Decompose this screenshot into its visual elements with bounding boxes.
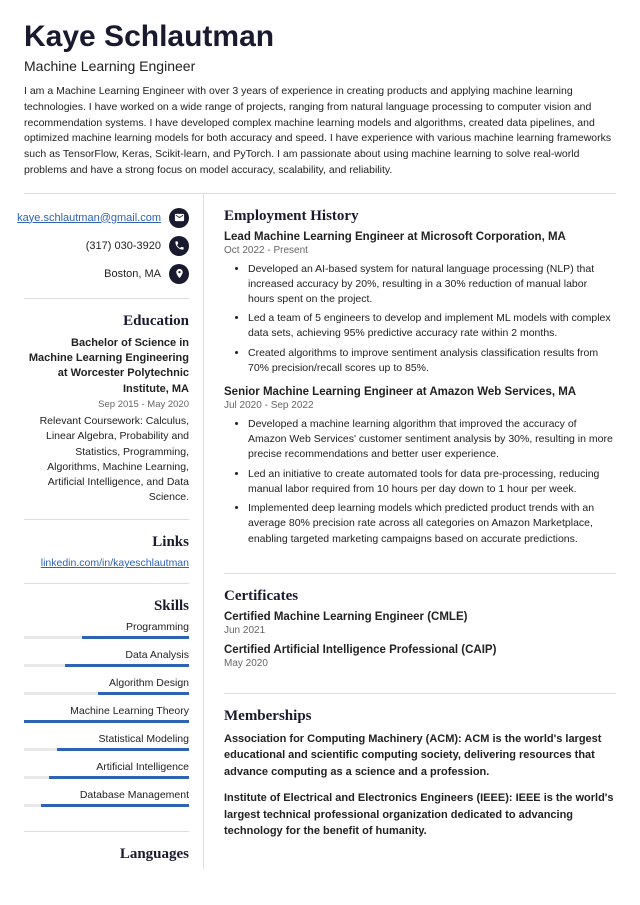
job-date: Jul 2020 - Sep 2022	[224, 400, 616, 411]
job-role: Machine Learning Engineer	[24, 58, 616, 74]
person-name: Kaye Schlautman	[24, 20, 616, 54]
skill-item: Machine Learning Theory	[24, 705, 189, 723]
education-heading: Education	[24, 313, 189, 330]
membership-entry: Institute of Electrical and Electronics …	[224, 790, 616, 840]
location-text: Boston, MA	[104, 268, 161, 280]
skill-bar	[24, 804, 189, 807]
job-title: Lead Machine Learning Engineer at Micros…	[224, 231, 616, 243]
email-icon	[169, 208, 189, 228]
contact-location-row: Boston, MA	[24, 264, 189, 284]
skill-bar	[24, 776, 189, 779]
education-date: Sep 2015 - May 2020	[24, 399, 189, 410]
skill-label: Database Management	[24, 789, 189, 801]
skill-item: Database Management	[24, 789, 189, 807]
skill-bar	[24, 636, 189, 639]
cert-entry: Certified Machine Learning Engineer (CML…	[224, 611, 616, 636]
skill-bar	[24, 692, 189, 695]
main-content: Employment History Lead Machine Learning…	[204, 194, 616, 870]
membership-entry: Association for Computing Machinery (ACM…	[224, 731, 616, 781]
sidebar: kaye.schlautman@gmail.com (317) 030-3920…	[24, 194, 204, 870]
employment-section: Employment History Lead Machine Learning…	[224, 194, 616, 574]
skill-label: Algorithm Design	[24, 677, 189, 689]
phone-icon	[169, 236, 189, 256]
education-degree: Bachelor of Science in Machine Learning …	[24, 336, 189, 398]
cert-entry: Certified Artificial Intelligence Profes…	[224, 644, 616, 669]
cert-date: Jun 2021	[224, 625, 616, 636]
skill-item: Algorithm Design	[24, 677, 189, 695]
linkedin-link[interactable]: linkedin.com/in/kayeschlautman	[41, 557, 189, 569]
job-bullet: Led an initiative to create automated to…	[248, 467, 616, 497]
skill-item: Programming	[24, 621, 189, 639]
skill-item: Data Analysis	[24, 649, 189, 667]
job-date: Oct 2022 - Present	[224, 245, 616, 256]
certificates-heading: Certificates	[224, 588, 616, 605]
links-heading: Links	[24, 534, 189, 551]
location-icon	[169, 264, 189, 284]
skill-label: Artificial Intelligence	[24, 761, 189, 773]
contact-block: kaye.schlautman@gmail.com (317) 030-3920…	[24, 194, 189, 299]
memberships-heading: Memberships	[224, 708, 616, 725]
education-section: Education Bachelor of Science in Machine…	[24, 299, 189, 521]
cert-date: May 2020	[224, 658, 616, 669]
contact-phone-row: (317) 030-3920	[24, 236, 189, 256]
skill-bar	[24, 664, 189, 667]
skill-item: Artificial Intelligence	[24, 761, 189, 779]
skill-item: Statistical Modeling	[24, 733, 189, 751]
employment-heading: Employment History	[224, 208, 616, 225]
skill-bar	[24, 748, 189, 751]
job-bullet: Developed a machine learning algorithm t…	[248, 417, 616, 463]
job-bullet: Implemented deep learning models which p…	[248, 501, 616, 547]
languages-heading: Languages	[24, 846, 189, 863]
languages-section: Languages	[24, 832, 189, 863]
job-title: Senior Machine Learning Engineer at Amaz…	[224, 386, 616, 398]
job-entry: Senior Machine Learning Engineer at Amaz…	[224, 386, 616, 547]
skill-label: Machine Learning Theory	[24, 705, 189, 717]
skill-label: Statistical Modeling	[24, 733, 189, 745]
education-desc: Relevant Coursework: Calculus, Linear Al…	[24, 414, 189, 505]
job-bullet: Created algorithms to improve sentiment …	[248, 346, 616, 376]
job-bullet: Led a team of 5 engineers to develop and…	[248, 311, 616, 341]
cert-title: Certified Machine Learning Engineer (CML…	[224, 611, 616, 623]
email-link[interactable]: kaye.schlautman@gmail.com	[17, 212, 161, 224]
job-entry: Lead Machine Learning Engineer at Micros…	[224, 231, 616, 377]
summary-text: I am a Machine Learning Engineer with ov…	[24, 84, 616, 194]
cert-title: Certified Artificial Intelligence Profes…	[224, 644, 616, 656]
skill-bar	[24, 720, 189, 723]
phone-text: (317) 030-3920	[86, 240, 161, 252]
skills-section: Skills Programming Data Analysis Algorithm…	[24, 584, 189, 832]
skill-label: Data Analysis	[24, 649, 189, 661]
certificates-section: Certificates Certified Machine Learning …	[224, 574, 616, 694]
skills-heading: Skills	[24, 598, 189, 615]
skill-label: Programming	[24, 621, 189, 633]
contact-email-row: kaye.schlautman@gmail.com	[24, 208, 189, 228]
job-bullet: Developed an AI-based system for natural…	[248, 262, 616, 308]
links-section: Links linkedin.com/in/kayeschlautman	[24, 520, 189, 584]
memberships-section: Memberships Association for Computing Ma…	[224, 694, 616, 840]
